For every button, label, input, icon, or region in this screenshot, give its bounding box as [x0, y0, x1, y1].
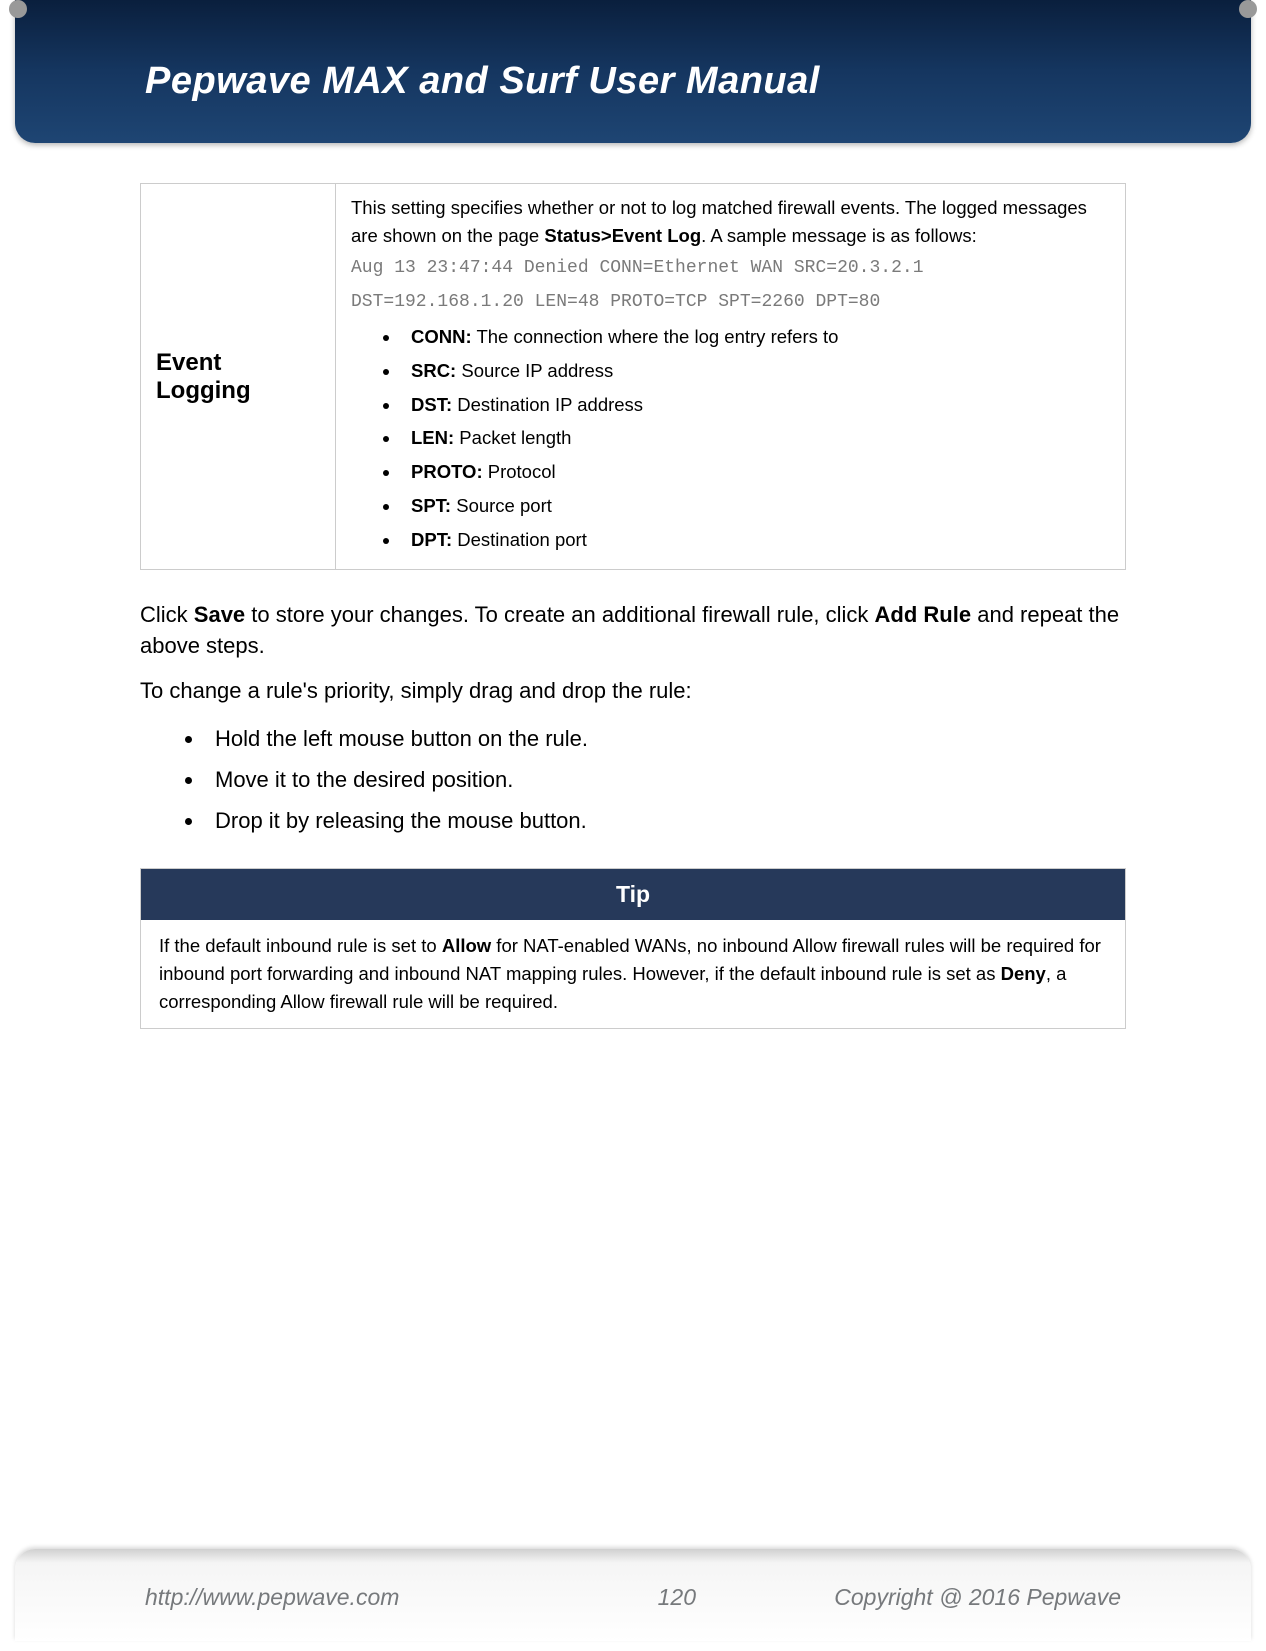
list-item: LEN: Packet length — [401, 424, 1110, 452]
list-item: PROTO: Protocol — [401, 458, 1110, 486]
table-row-label: Event Logging — [141, 184, 336, 570]
log-sample-line-1: Aug 13 23:47:44 Denied CONN=Ethernet WAN… — [351, 254, 1110, 283]
list-item: SRC: Source IP address — [401, 357, 1110, 385]
list-item: DST: Destination IP address — [401, 391, 1110, 419]
log-sample-line-2: DST=192.168.1.20 LEN=48 PROTO=TCP SPT=22… — [351, 288, 1110, 317]
footer-url: http://www.pepwave.com — [145, 1584, 399, 1611]
field-definition-list: CONN: The connection where the log entry… — [351, 323, 1110, 553]
list-item: Move it to the desired position. — [205, 762, 1126, 797]
list-item: CONN: The connection where the log entry… — [401, 323, 1110, 351]
page-title: Pepwave MAX and Surf User Manual — [145, 60, 1251, 103]
table-row-content: This setting specifies whether or not to… — [336, 184, 1126, 570]
footer-page-number: 120 — [658, 1584, 696, 1611]
footer-copyright: Copyright @ 2016 Pepwave — [834, 1584, 1121, 1611]
tip-body: If the default inbound rule is set to Al… — [141, 920, 1126, 1028]
save-instruction: Click Save to store your changes. To cre… — [140, 600, 1126, 662]
header-banner: Pepwave MAX and Surf User Manual — [15, 0, 1251, 143]
event-logging-table: Event Logging This setting specifies whe… — [140, 183, 1126, 570]
list-item: SPT: Source port — [401, 492, 1110, 520]
priority-instruction: To change a rule's priority, simply drag… — [140, 676, 1126, 707]
intro-text: This setting specifies whether or not to… — [351, 194, 1110, 250]
drag-drop-steps: Hold the left mouse button on the rule. … — [140, 721, 1126, 839]
content-area: Event Logging This setting specifies whe… — [10, 143, 1256, 1029]
list-item: DPT: Destination port — [401, 526, 1110, 554]
footer-banner: http://www.pepwave.com 120 Copyright @ 2… — [15, 1549, 1251, 1641]
tip-header: Tip — [141, 869, 1126, 921]
list-item: Drop it by releasing the mouse button. — [205, 803, 1126, 838]
list-item: Hold the left mouse button on the rule. — [205, 721, 1126, 756]
page: Pepwave MAX and Surf User Manual Event L… — [0, 0, 1266, 1651]
tip-box: Tip If the default inbound rule is set t… — [140, 868, 1126, 1028]
